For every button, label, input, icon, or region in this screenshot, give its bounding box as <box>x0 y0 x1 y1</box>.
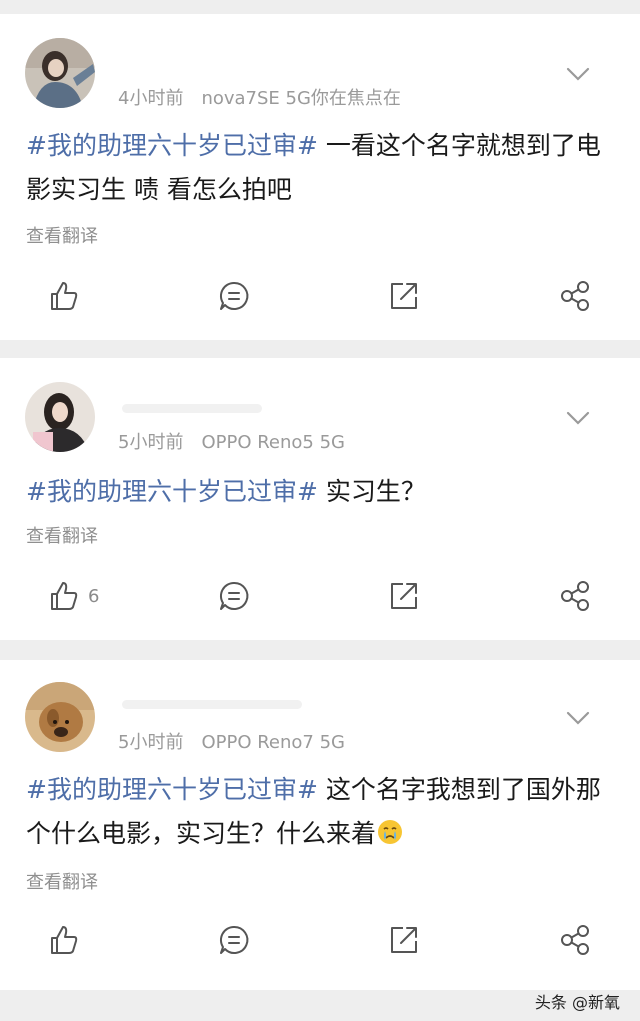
post-text: #我的助理六十岁已过审# 这个名字我想到了国外那个什么电影，实习生？什么来着 <box>26 768 620 856</box>
post-source: OPPO Reno7 5G <box>201 732 345 753</box>
like-button[interactable] <box>46 278 88 314</box>
chevron-down-icon[interactable] <box>564 408 592 428</box>
repost-button[interactable] <box>387 578 421 614</box>
comment-button[interactable] <box>217 922 251 958</box>
share-button[interactable] <box>558 922 592 958</box>
post-meta: 5小时前 OPPO Reno7 5G <box>118 728 345 754</box>
share-icon <box>561 281 589 311</box>
action-bar <box>0 278 640 318</box>
crying-face-emoji <box>378 820 403 844</box>
translate-link[interactable]: 查看翻译 <box>26 222 98 248</box>
weibo-post-card: 5小时前 OPPO Reno5 5G #我的助理六十岁已过审# 实习生？ 查看翻译… <box>0 358 640 640</box>
hashtag-link[interactable]: #我的助理六十岁已过审# <box>26 477 318 506</box>
thumbs-up-icon <box>51 282 78 310</box>
thumbs-up-icon <box>51 926 78 954</box>
like-button[interactable]: 6 <box>46 578 99 614</box>
like-button[interactable] <box>46 922 88 958</box>
repost-icon <box>391 283 417 309</box>
post-source: OPPO Reno5 5G <box>201 432 345 453</box>
post-text: #我的助理六十岁已过审# 实习生？ <box>26 470 620 514</box>
weibo-post-card: 4小时前 nova7SE 5G你在焦点在 #我的助理六十岁已过审# 一看这个名字就… <box>0 14 640 340</box>
post-meta: 4小时前 nova7SE 5G你在焦点在 <box>118 84 401 110</box>
repost-button[interactable] <box>387 922 421 958</box>
repost-button[interactable] <box>387 278 421 314</box>
user-avatar[interactable] <box>25 382 95 452</box>
translate-link[interactable]: 查看翻译 <box>26 868 98 894</box>
post-time: 5小时前 <box>118 732 184 753</box>
share-icon <box>561 581 589 611</box>
translate-link[interactable]: 查看翻译 <box>26 522 98 548</box>
chevron-down-icon[interactable] <box>564 64 592 84</box>
user-avatar[interactable] <box>25 38 95 108</box>
user-avatar[interactable] <box>25 682 95 752</box>
comment-button[interactable] <box>217 578 251 614</box>
comment-icon <box>219 925 249 954</box>
share-icon <box>561 925 589 955</box>
share-button[interactable] <box>558 578 592 614</box>
chevron-down-icon[interactable] <box>564 708 592 728</box>
like-count: 6 <box>88 585 100 607</box>
comment-icon <box>219 281 249 310</box>
post-source: nova7SE 5G你在焦点在 <box>201 88 401 109</box>
share-button[interactable] <box>558 278 592 314</box>
repost-icon <box>391 583 417 609</box>
post-meta: 5小时前 OPPO Reno5 5G <box>118 428 345 454</box>
post-text: #我的助理六十岁已过审# 一看这个名字就想到了电影实习生 啧 看怎么拍吧 <box>26 124 620 212</box>
comment-button[interactable] <box>217 278 251 314</box>
action-bar: 6 <box>0 578 640 618</box>
repost-icon <box>391 927 417 953</box>
watermark-text: 头条 @新氧 <box>534 993 620 1012</box>
thumbs-up-icon <box>51 582 78 610</box>
weibo-post-card: 5小时前 OPPO Reno7 5G #我的助理六十岁已过审# 这个名字我想到了国… <box>0 660 640 990</box>
post-time: 4小时前 <box>118 88 184 109</box>
action-bar <box>0 922 640 962</box>
hashtag-link[interactable]: #我的助理六十岁已过审# <box>26 131 318 160</box>
comment-icon <box>219 581 249 610</box>
hashtag-link[interactable]: #我的助理六十岁已过审# <box>26 775 318 804</box>
post-body: 实习生？ <box>317 477 426 506</box>
post-time: 5小时前 <box>118 432 184 453</box>
